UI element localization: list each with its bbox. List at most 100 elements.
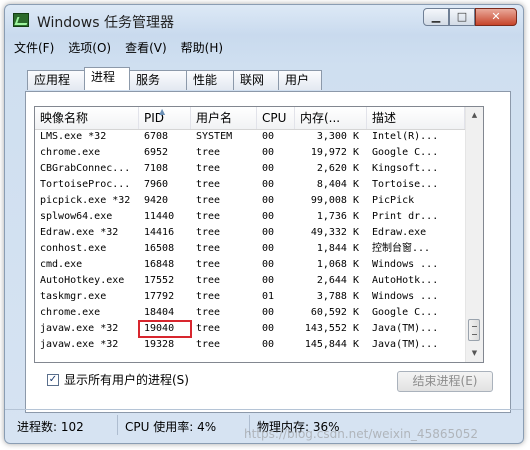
menu-bar: 文件(F) 选项(O) 查看(V) 帮助(H)	[7, 37, 230, 57]
title-bar[interactable]: Windows 任务管理器 ▁ □ ✕	[5, 5, 523, 35]
main-content: 应用程序 进程 服务 性能 联网 用户 映像名称 PID ▲ 用户名 CPU 内…	[13, 61, 517, 413]
cell-user: tree	[196, 195, 221, 206]
cell-pid: 19040	[138, 320, 192, 338]
menu-view[interactable]: 查看(V)	[118, 37, 174, 57]
table-row[interactable]: taskmgr.exe 17792 tree 01 3,788 K Windows ...	[35, 289, 465, 305]
cell-pid: 18404	[144, 307, 175, 318]
cell-image-name: chrome.exe	[40, 147, 101, 158]
column-header-cpu[interactable]: CPU	[257, 107, 295, 129]
tab-services[interactable]: 服务	[129, 70, 187, 90]
tab-applications[interactable]: 应用程序	[27, 70, 85, 106]
menu-help[interactable]: 帮助(H)	[174, 37, 230, 57]
status-cpu-usage: CPU 使用率: 4%	[125, 420, 217, 434]
show-all-users-checkbox[interactable]: ✓	[47, 373, 59, 386]
status-separator	[117, 415, 118, 435]
cell-pid: 19328	[144, 339, 175, 350]
cell-pid: 7108	[144, 163, 169, 174]
cell-user: tree	[196, 291, 221, 302]
menu-file[interactable]: 文件(F)	[7, 37, 61, 57]
cell-cpu: 00	[262, 211, 275, 222]
cell-user: tree	[196, 147, 221, 158]
cell-description: 控制台窗...	[372, 243, 431, 254]
menu-options[interactable]: 选项(O)	[61, 37, 118, 57]
cell-image-name: CBGrabConnec...	[40, 163, 131, 174]
process-rows: LMS.exe *32 6708 SYSTEM 00 3,300 K Intel(R)..…	[35, 129, 465, 353]
table-row[interactable]: chrome.exe 18404 tree 00 60,592 K Google C...	[35, 305, 465, 321]
cell-memory: 1,736 K	[316, 211, 359, 222]
cell-image-name: TortoiseProc...	[40, 179, 131, 190]
cell-user: tree	[196, 227, 221, 238]
scroll-thumb[interactable]	[468, 319, 480, 341]
cell-user: tree	[196, 243, 221, 254]
cell-user: tree	[196, 323, 221, 334]
cell-pid: 11440	[144, 211, 175, 222]
cell-memory: 2,644 K	[316, 275, 359, 286]
cell-image-name: AutoHotkey.exe	[40, 275, 125, 286]
tab-processes[interactable]: 进程	[84, 67, 130, 90]
table-row[interactable]: CBGrabConnec... 7108 tree 00 2,620 K Kingsoft…	[35, 161, 465, 177]
tab-users[interactable]: 用户	[278, 70, 322, 90]
cell-memory: 1,844 K	[316, 243, 359, 254]
cell-description: Java(TM)...	[372, 323, 439, 334]
cell-pid: 17792	[144, 291, 175, 302]
close-button[interactable]: ✕	[475, 8, 517, 26]
cell-image-name: chrome.exe	[40, 307, 101, 318]
show-all-users-option[interactable]: ✓ 显示所有用户的进程(S)	[47, 371, 189, 388]
vertical-scrollbar[interactable]: ▲ ▼	[465, 107, 483, 362]
cell-pid: 9420	[144, 195, 169, 206]
process-list[interactable]: 映像名称 PID ▲ 用户名 CPU 内存(... 描述 LMS.exe *32…	[34, 106, 484, 363]
table-row[interactable]: conhost.exe 16508 tree 00 1,844 K 控制台窗...	[35, 241, 465, 257]
cell-cpu: 00	[262, 195, 275, 206]
cell-description: Google C...	[372, 307, 439, 318]
cell-user: tree	[196, 339, 221, 350]
cell-cpu: 00	[262, 275, 275, 286]
table-row[interactable]: cmd.exe 16848 tree 00 1,068 K Windows ...	[35, 257, 465, 273]
cell-cpu: 00	[262, 147, 275, 158]
column-header-image-name[interactable]: 映像名称	[35, 107, 139, 129]
cell-cpu: 00	[262, 131, 275, 142]
cell-image-name: picpick.exe *32	[40, 195, 131, 206]
cell-user: tree	[196, 163, 221, 174]
table-row[interactable]: javaw.exe *32 19328 tree 00 145,844 K Java(TM…	[35, 337, 465, 353]
cell-cpu: 00	[262, 259, 275, 270]
maximize-button[interactable]: □	[449, 8, 475, 26]
cell-description: PicPick	[372, 195, 415, 206]
column-header-memory[interactable]: 内存(...	[295, 107, 367, 129]
cell-memory: 8,404 K	[316, 179, 359, 190]
end-process-button[interactable]: 结束进程(E)	[397, 371, 493, 392]
column-header-pid[interactable]: PID ▲	[139, 107, 191, 129]
column-header-user[interactable]: 用户名	[191, 107, 257, 129]
cell-cpu: 00	[262, 323, 275, 334]
column-header-description[interactable]: 描述	[367, 107, 465, 129]
cell-description: Windows ...	[372, 291, 439, 302]
task-manager-icon	[13, 13, 29, 27]
cell-description: Print dr...	[372, 211, 439, 222]
tab-networking[interactable]: 联网	[233, 70, 279, 90]
cell-memory: 143,552 K	[304, 323, 359, 334]
scroll-up-icon[interactable]: ▲	[466, 107, 483, 124]
minimize-button[interactable]: ▁	[423, 8, 449, 26]
cell-pid: 6708	[144, 131, 169, 142]
cell-memory: 145,844 K	[304, 339, 359, 350]
cell-description: Kingsoft...	[372, 163, 439, 174]
cell-cpu: 00	[262, 307, 275, 318]
table-row[interactable]: javaw.exe *32 19040 tree 00 143,552 K Java(TM…	[35, 320, 465, 338]
cell-description: Intel(R)...	[372, 131, 439, 142]
table-row[interactable]: Edraw.exe *32 14416 tree 00 49,332 K Edraw.ex…	[35, 225, 465, 241]
cell-user: tree	[196, 275, 221, 286]
table-row[interactable]: TortoiseProc... 7960 tree 00 8,404 K Tortoise…	[35, 177, 465, 193]
table-row[interactable]: AutoHotkey.exe 17552 tree 00 2,644 K AutoHotk…	[35, 273, 465, 289]
cell-user: SYSTEM	[196, 131, 233, 142]
tab-performance[interactable]: 性能	[186, 70, 234, 90]
tab-strip: 应用程序 进程 服务 性能 联网 用户	[27, 67, 322, 106]
cell-user: tree	[196, 211, 221, 222]
table-row[interactable]: chrome.exe 6952 tree 00 19,972 K Google C...	[35, 145, 465, 161]
cell-memory: 3,300 K	[316, 131, 359, 142]
table-row[interactable]: LMS.exe *32 6708 SYSTEM 00 3,300 K Intel(R)..…	[35, 129, 465, 145]
status-process-count: 进程数: 102	[17, 420, 84, 434]
table-row[interactable]: splwow64.exe 11440 tree 00 1,736 K Print dr..…	[35, 209, 465, 225]
cell-image-name: javaw.exe *32	[40, 339, 119, 350]
table-row[interactable]: picpick.exe *32 9420 tree 00 99,008 K PicPick	[35, 193, 465, 209]
scroll-down-icon[interactable]: ▼	[466, 345, 483, 362]
show-all-users-label: 显示所有用户的进程(S)	[64, 373, 189, 387]
